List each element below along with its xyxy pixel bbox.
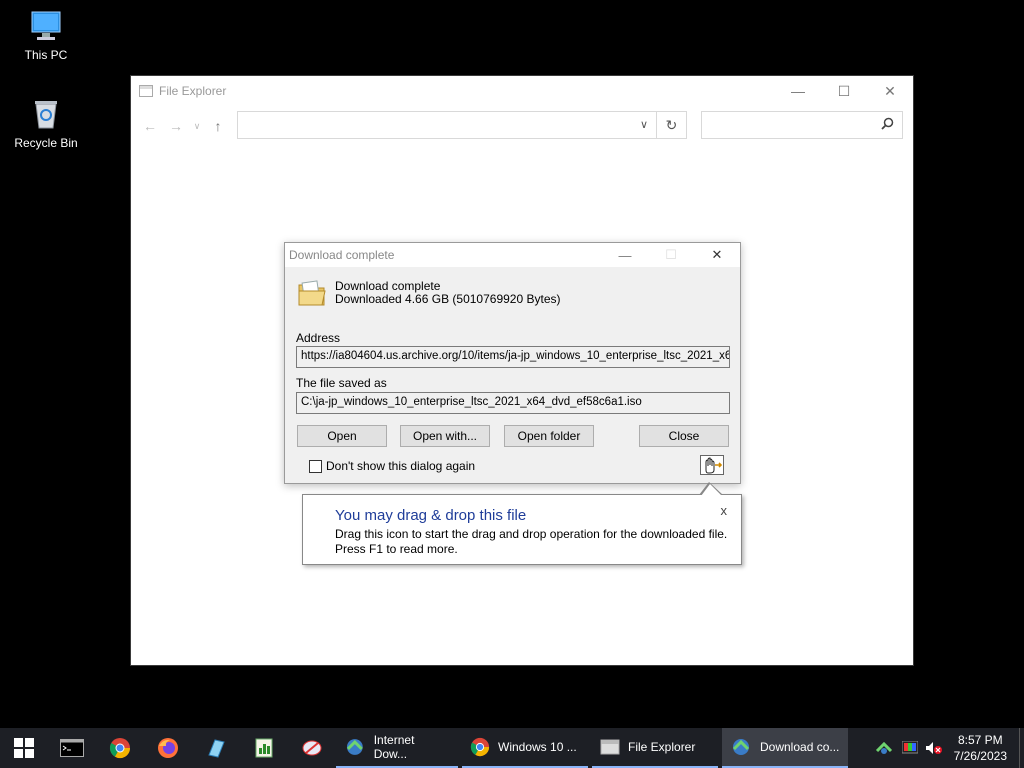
checkbox-box[interactable] xyxy=(309,459,322,473)
dialog-close-button[interactable]: ✕ xyxy=(694,243,740,267)
taskbar-command-prompt[interactable] xyxy=(48,728,96,768)
drag-drop-icon[interactable] xyxy=(700,455,724,475)
recent-locations-chevron-icon[interactable]: ∨ xyxy=(193,121,201,132)
tooltip-line-1: Drag this icon to start the drag and dro… xyxy=(335,527,728,541)
search-input[interactable] xyxy=(701,111,903,139)
search-icon xyxy=(881,117,894,133)
task-label: Download co... xyxy=(760,740,840,754)
saved-as-field[interactable]: C:\ja-jp_windows_10_enterprise_ltsc_2021… xyxy=(296,392,730,414)
show-desktop-button[interactable] xyxy=(1019,728,1024,768)
snipping-tool-icon xyxy=(302,740,322,756)
checkbox-label: Don't show this dialog again xyxy=(326,459,476,473)
desktop-icon-recycle-bin[interactable]: Recycle Bin xyxy=(6,96,86,150)
dialog-maximize-button: ☐ xyxy=(665,247,677,262)
address-field[interactable]: https://ia804604.us.archive.org/10/items… xyxy=(296,346,730,368)
desktop-icon-this-pc[interactable]: This PC xyxy=(6,8,86,62)
open-folder-button[interactable]: Open folder xyxy=(504,425,594,447)
tooltip-line-2: Press F1 to read more. xyxy=(335,542,458,556)
refresh-icon: ↻ xyxy=(665,116,678,133)
clock-date: 7/26/2023 xyxy=(953,749,1007,763)
up-arrow-icon[interactable]: ↑ xyxy=(209,118,227,134)
command-prompt-icon xyxy=(60,739,84,757)
tooltip-body: Drag this icon to start the drag and dro… xyxy=(335,527,727,557)
taskbar-task-chrome[interactable]: Windows 10 ... xyxy=(462,728,588,768)
display-color-icon[interactable] xyxy=(898,741,922,755)
taskbar-clock[interactable]: 8:57 PM 7/26/2023 xyxy=(946,732,1019,764)
drag-drop-tooltip: You may drag & drop this file x Drag thi… xyxy=(302,482,742,565)
back-arrow-icon[interactable]: ← xyxy=(141,118,159,134)
dont-show-again-checkbox[interactable]: Don't show this dialog again xyxy=(309,459,475,473)
clock-time: 8:57 PM xyxy=(957,733,1003,747)
windows-logo-icon xyxy=(14,738,34,758)
tooltip-close-icon[interactable]: x xyxy=(721,503,728,518)
volume-muted-icon[interactable] xyxy=(922,741,946,755)
dialog-titlebar[interactable]: Download complete — ☐ ✕ xyxy=(285,243,740,267)
taskbar-task-internet-download-manager[interactable]: Internet Dow... xyxy=(336,728,458,768)
spreadsheet-icon xyxy=(255,738,273,758)
chevron-down-icon[interactable]: ∨ xyxy=(640,118,648,131)
taskbar: Internet Dow... Windows 10 ... File Expl… xyxy=(0,728,1024,768)
forward-arrow-icon[interactable]: → xyxy=(167,118,185,134)
taskbar-firefox[interactable] xyxy=(144,728,192,768)
desktop-icon-label: This PC xyxy=(24,48,68,62)
taskbar-task-file-explorer[interactable]: File Explorer xyxy=(592,728,718,768)
chrome-icon xyxy=(470,737,490,757)
task-label: File Explorer xyxy=(628,740,696,754)
address-label: Address xyxy=(296,331,341,345)
taskbar-app-notepad[interactable] xyxy=(192,728,240,768)
dialog-minimize-button[interactable]: — xyxy=(602,243,648,267)
close-button[interactable]: ✕ xyxy=(867,76,913,106)
download-complete-dialog: Download complete — ☐ ✕ Download complet… xyxy=(284,242,741,484)
minimize-button[interactable]: — xyxy=(775,76,821,106)
tooltip-title: You may drag & drop this file xyxy=(335,507,527,524)
explorer-title: File Explorer xyxy=(159,84,227,98)
desktop-icon-label: Recycle Bin xyxy=(14,136,78,150)
taskbar-app-snipping[interactable] xyxy=(288,728,336,768)
open-button[interactable]: Open xyxy=(297,425,387,447)
dialog-title: Download complete xyxy=(289,248,395,262)
taskbar-chrome[interactable] xyxy=(96,728,144,768)
idm-icon xyxy=(346,739,363,755)
address-bar[interactable]: ∨ xyxy=(237,111,657,139)
recycle-bin-icon xyxy=(28,96,64,132)
chrome-icon xyxy=(109,738,131,759)
maximize-button[interactable]: ☐ xyxy=(821,76,867,106)
file-explorer-icon xyxy=(600,739,620,755)
open-with-button[interactable]: Open with... xyxy=(400,425,490,447)
close-dialog-button[interactable]: Close xyxy=(639,425,729,447)
file-explorer-icon xyxy=(139,85,153,97)
computer-icon xyxy=(28,8,64,44)
download-size: Downloaded 4.66 GB (5010769920 Bytes) xyxy=(335,292,561,306)
system-tray: 8:57 PM 7/26/2023 xyxy=(870,728,1024,768)
task-label: Internet Dow... xyxy=(373,733,415,761)
idm-icon xyxy=(732,739,750,755)
download-summary: Download complete Downloaded 4.66 GB (50… xyxy=(335,280,561,306)
refresh-button[interactable]: ↻ xyxy=(657,111,687,139)
start-button[interactable] xyxy=(0,728,48,768)
saved-as-label: The file saved as xyxy=(296,376,387,390)
folder-icon xyxy=(297,279,327,307)
taskbar-task-download-complete[interactable]: Download co... xyxy=(722,728,848,768)
tooltip-tail-fill xyxy=(701,484,722,496)
taskbar-app-chart[interactable] xyxy=(240,728,288,768)
notepad-icon xyxy=(208,739,225,758)
firefox-icon xyxy=(158,738,178,758)
explorer-titlebar[interactable]: File Explorer — ☐ ✕ xyxy=(131,76,913,106)
tray-idm-icon[interactable] xyxy=(870,741,898,755)
task-label: Windows 10 ... xyxy=(498,740,577,754)
